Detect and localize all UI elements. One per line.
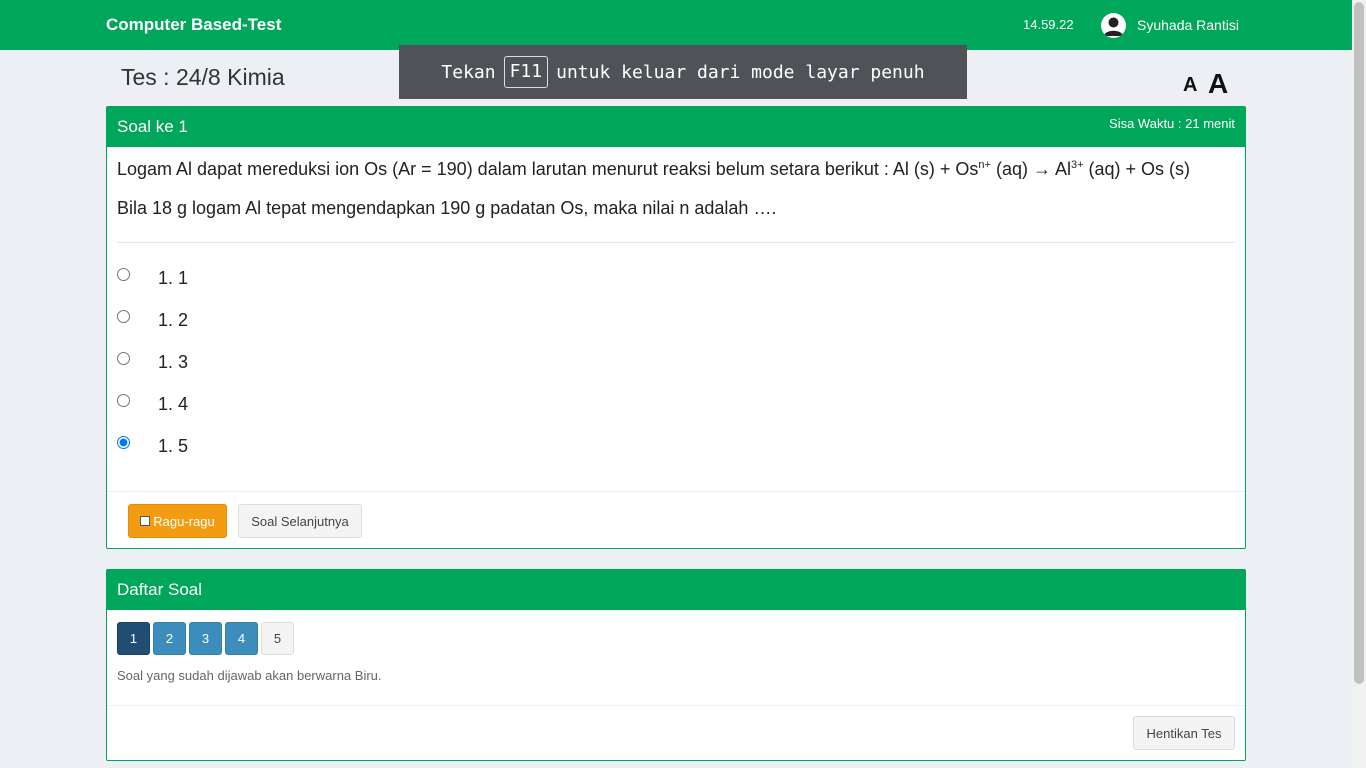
top-navbar: Computer Based-Test 14.59.22 Syuhada Ran… (0, 0, 1352, 50)
fullscreen-notice-before: Tekan (441, 61, 496, 83)
question-list-footer: Hentikan Tes (107, 705, 1245, 760)
next-question-button[interactable]: Soal Selanjutnya (238, 504, 362, 538)
answer-radio-1[interactable] (117, 268, 130, 281)
doubt-checkbox-icon[interactable] (140, 516, 151, 526)
answer-option-4[interactable]: 1. 4 (117, 394, 317, 416)
answer-label-4: 1. 4 (158, 394, 189, 414)
answer-option-2[interactable]: 1. 2 (117, 310, 317, 332)
answer-label-3: 1. 3 (158, 352, 189, 372)
question-list-header: Daftar Soal (107, 570, 1245, 610)
question-nav-button-5[interactable]: 5 (261, 622, 294, 655)
answer-option-1[interactable]: 1. 1 (117, 268, 317, 290)
user-name[interactable]: Syuhada Rantisi (1137, 17, 1239, 33)
answer-label-2: 1. 2 (158, 310, 189, 330)
question-nav-button-2[interactable]: 2 (153, 622, 186, 655)
question-text-line2: Bila 18 g logam Al tepat mengendapkan 19… (117, 198, 777, 218)
user-avatar-icon[interactable] (1101, 13, 1126, 38)
font-size-increase-button[interactable]: A (1208, 68, 1228, 100)
divider (117, 242, 1235, 243)
page-scrollbar[interactable] (1352, 0, 1366, 768)
answered-hint: Soal yang sudah dijawab akan berwarna Bi… (117, 668, 382, 683)
clock: 14.59.22 (1023, 17, 1074, 32)
question-list-panel: Daftar Soal 1 2 3 4 5 Soal yang sudah di… (106, 569, 1246, 761)
question-footer: Ragu-ragu Soal Selanjutnya (107, 491, 1245, 548)
answer-option-5[interactable]: 1. 5 (117, 436, 317, 458)
answer-radio-5[interactable] (117, 436, 130, 449)
question-panel: Soal ke 1 Sisa Waktu : 21 menit Logam Al… (106, 106, 1246, 549)
scrollbar-thumb[interactable] (1354, 2, 1364, 684)
question-nav-button-1[interactable]: 1 (117, 622, 150, 655)
question-number-list: 1 2 3 4 5 (117, 622, 294, 655)
answer-radio-2[interactable] (117, 310, 130, 323)
answer-label-1: 1. 1 (158, 268, 189, 288)
question-panel-header: Soal ke 1 Sisa Waktu : 21 menit (107, 107, 1245, 147)
question-text-line1: Logam Al dapat mereduksi ion Os (Ar = 19… (117, 159, 1191, 179)
remaining-time: Sisa Waktu : 21 menit (1109, 116, 1235, 131)
font-size-decrease-button[interactable]: A (1183, 74, 1197, 97)
doubt-button-label: Ragu-ragu (153, 513, 215, 529)
question-number: Soal ke 1 (117, 117, 188, 136)
answer-radio-3[interactable] (117, 352, 130, 365)
test-title: Tes : 24/8 Kimia (121, 64, 285, 90)
question-nav-button-3[interactable]: 3 (189, 622, 222, 655)
answer-label-5: 1. 5 (158, 436, 189, 456)
doubt-button[interactable]: Ragu-ragu (128, 504, 227, 538)
answer-option-3[interactable]: 1. 3 (117, 352, 317, 374)
question-list-title: Daftar Soal (117, 580, 203, 599)
fullscreen-notice: Tekan F11 untuk keluar dari mode layar p… (399, 45, 967, 99)
question-nav-button-4[interactable]: 4 (225, 622, 258, 655)
answer-radio-4[interactable] (117, 394, 130, 407)
stop-test-button[interactable]: Hentikan Tes (1133, 716, 1235, 750)
fullscreen-notice-after: untuk keluar dari mode layar penuh (556, 61, 925, 83)
app-brand[interactable]: Computer Based-Test (106, 15, 281, 35)
fullscreen-key: F11 (503, 56, 549, 88)
